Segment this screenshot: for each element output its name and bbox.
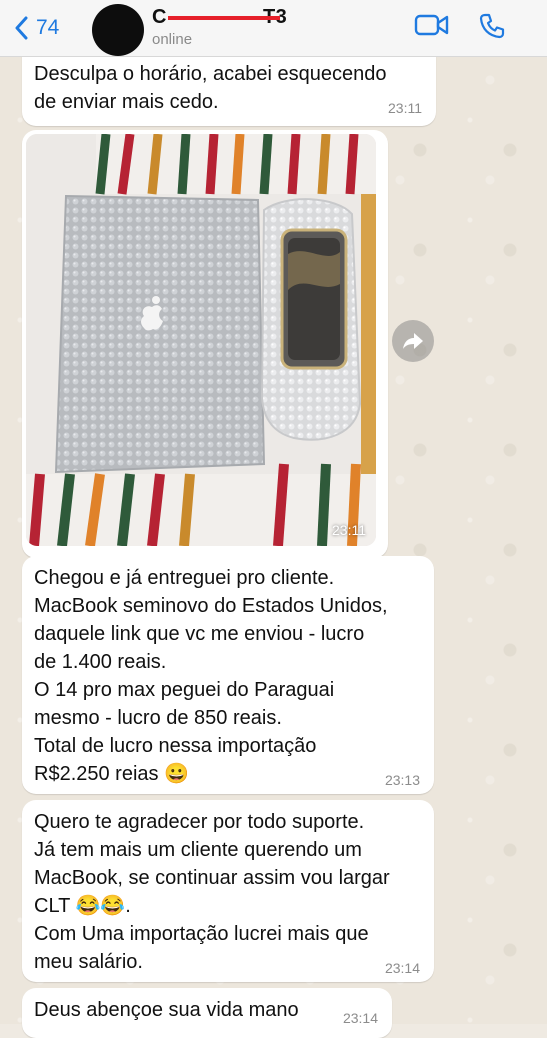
message-time: 23:11 xyxy=(332,522,366,538)
chevron-left-icon xyxy=(15,16,28,40)
photo-macbook-iphone xyxy=(26,134,376,546)
message-text: Chegou e já entreguei pro cliente. MacBo… xyxy=(34,567,388,785)
forward-arrow-icon xyxy=(403,333,423,349)
message-photo[interactable]: 23:11 xyxy=(26,134,376,546)
forward-button[interactable] xyxy=(392,320,434,362)
back-button[interactable]: 74 xyxy=(14,12,59,44)
message-bubble[interactable]: Quero te agradecer por todo suporte. Já … xyxy=(22,800,434,982)
unread-count: 74 xyxy=(36,16,60,39)
video-call-button[interactable] xyxy=(414,12,450,43)
phone-icon xyxy=(479,13,505,39)
message-text: Quero te agradecer por todo suporte. Já … xyxy=(34,811,390,973)
message-text: Deus abençoe sua vida mano xyxy=(34,999,299,1021)
image-message-bubble[interactable]: 23:11 xyxy=(22,130,388,558)
contact-status: online xyxy=(152,31,193,48)
message-time: 23:14 xyxy=(384,960,420,976)
voice-call-button[interactable] xyxy=(478,12,506,45)
message-bubble[interactable]: Chegou e já entreguei pro cliente. MacBo… xyxy=(22,556,434,794)
video-camera-icon xyxy=(414,14,449,36)
message-time: 23:11 xyxy=(388,100,422,116)
message-time: 23:13 xyxy=(384,772,420,788)
message-bubble[interactable]: Deus abençoe sua vida mano 23:14 xyxy=(22,988,392,1038)
message-text: Desculpa o horário, acabei esquecendo de… xyxy=(34,63,387,113)
avatar[interactable] xyxy=(92,4,144,56)
name-redaction xyxy=(168,16,280,20)
chat-header: 74 CT3 online xyxy=(0,0,547,57)
